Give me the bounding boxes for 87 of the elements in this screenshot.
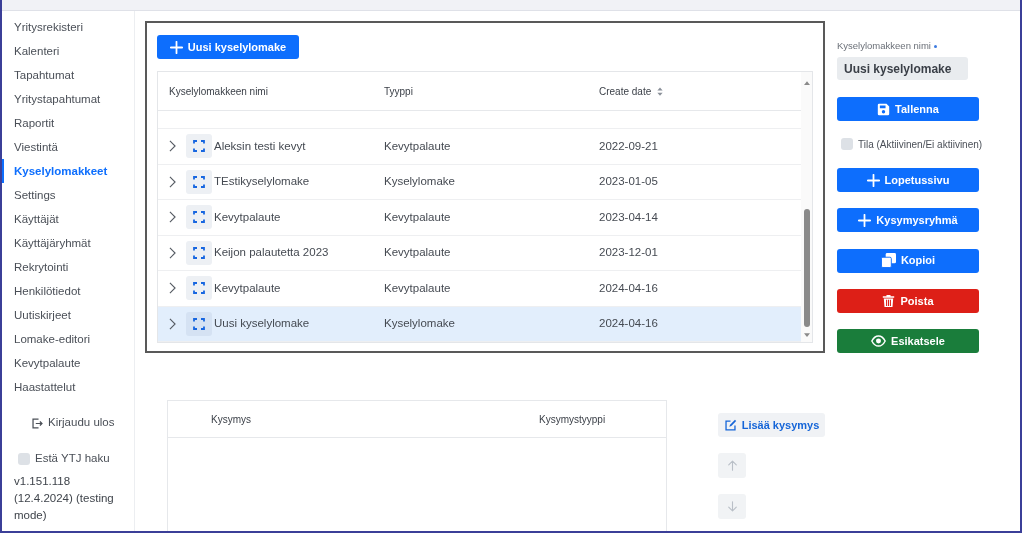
- sidebar-item[interactable]: Rekrytointi: [2, 255, 69, 279]
- sidebar-item[interactable]: Viestintä: [2, 135, 58, 159]
- frame-corners-icon: [186, 134, 212, 159]
- arrow-down-icon: [726, 501, 738, 513]
- table-cell-text: Keijon palautetta 2023: [214, 245, 329, 261]
- sidebar-item[interactable]: Kyselylomakkeet: [2, 159, 108, 183]
- frame-corners-icon: [186, 240, 212, 265]
- delete-button[interactable]: Poista: [837, 288, 979, 313]
- frame-corners-icon: [186, 276, 212, 301]
- frame-corners-icon: [186, 311, 212, 336]
- add-question-button[interactable]: Lisää kysymys: [718, 413, 825, 438]
- sidebar-item[interactable]: Tapahtumat: [2, 63, 75, 87]
- arrow-up-icon: [726, 460, 738, 472]
- column-header: Kysymystyyppi: [539, 412, 607, 427]
- table-cell-text: 2024-04-16: [599, 280, 659, 296]
- scroll-up-icon: [803, 81, 810, 85]
- table-cell-text: Aleksin testi kevyt: [214, 138, 306, 154]
- checkbox[interactable]: [841, 138, 853, 150]
- table-cell-text: 2022-09-21: [599, 138, 659, 154]
- copy-icon: [880, 253, 896, 269]
- table-cell-text: TEstikyselylomake: [214, 174, 310, 190]
- plus-icon: [169, 40, 183, 54]
- edit-square-icon: [723, 418, 737, 432]
- sidebar-item[interactable]: Yritysrekisteri: [2, 15, 83, 39]
- new-form-button[interactable]: Uusi kyselylomake: [157, 35, 299, 59]
- table-cell-text: Kevytpalaute: [384, 280, 452, 296]
- frame-corners-icon: [186, 169, 212, 194]
- column-header: Kysymys: [211, 412, 252, 427]
- scrollbar-thumb[interactable]: [803, 209, 810, 327]
- sidebar-item[interactable]: Käyttäjäryhmät: [2, 231, 91, 255]
- sidebar-item[interactable]: Haastattelut: [2, 375, 76, 399]
- sidebar-item[interactable]: Lomake-editori: [2, 327, 91, 351]
- table-cell-text: 2024-04-16: [599, 316, 659, 332]
- version-text: v1.151.118 (12.4.2024) (testing mode): [13, 474, 115, 523]
- checkbox-label: Estä YTJ haku: [35, 451, 110, 467]
- chevron-right-icon[interactable]: [169, 246, 176, 259]
- column-header[interactable]: Create date: [599, 83, 652, 99]
- table-cell-text: Kyselylomake: [384, 316, 456, 332]
- table-cell-text: Kevytpalaute: [384, 245, 452, 261]
- sidebar-item[interactable]: Settings: [2, 183, 56, 207]
- scroll-down-icon: [803, 333, 810, 337]
- table-row[interactable]: Kevytpalaute Kevytpalaute 2023-04-14: [158, 200, 801, 236]
- checkbox[interactable]: [18, 453, 30, 465]
- checkbox-label: Tila (Aktiivinen/Ei aktiivinen): [858, 137, 983, 152]
- chevron-right-icon[interactable]: [169, 317, 176, 330]
- plus-icon: [858, 213, 872, 227]
- add-button[interactable]: Lopetussivu: [837, 168, 979, 192]
- logout-link[interactable]: Kirjaudu ulos: [32, 411, 115, 435]
- table-cell-text: 2023-01-05: [599, 174, 659, 190]
- trash-icon: [882, 293, 896, 308]
- table-cell-text: Kevytpalaute: [214, 280, 281, 296]
- sidebar-item[interactable]: Kevytpalaute: [2, 351, 81, 375]
- eye-icon: [871, 335, 887, 348]
- sidebar-item[interactable]: Raportit: [2, 111, 55, 135]
- save-button[interactable]: Tallenna: [837, 97, 979, 121]
- table-cell-text: Kevytpalaute: [384, 138, 452, 154]
- copy-button[interactable]: Kopioi: [837, 248, 979, 273]
- sidebar-item[interactable]: Käyttäjät: [2, 207, 59, 231]
- column-header[interactable]: Tyyppi: [384, 83, 413, 99]
- chevron-right-icon[interactable]: [169, 282, 176, 295]
- preview-button[interactable]: Esikatsele: [837, 329, 979, 354]
- table-row[interactable]: Aleksin testi kevyt Kevytpalaute 2022-09-21: [158, 129, 801, 165]
- chevron-right-icon[interactable]: [169, 211, 176, 224]
- table-cell-text: 2023-04-14: [599, 209, 659, 225]
- name-input[interactable]: Uusi kyselylomake: [837, 57, 968, 80]
- table-row[interactable]: Keijon palautetta 2023 Kevytpalaute 2023-12-01: [158, 235, 801, 271]
- chevron-right-icon[interactable]: [169, 140, 176, 153]
- table-cell-text: Kevytpalaute: [214, 209, 281, 225]
- sidebar-item[interactable]: Yritystapahtumat: [2, 87, 101, 111]
- plus-icon: [866, 173, 880, 187]
- table-cell-text: Kyselylomake: [384, 174, 456, 190]
- table-row[interactable]: TEstikyselylomake Kyselylomake 2023-01-05: [158, 164, 801, 200]
- column-header[interactable]: Kyselylomakkeen nimi: [169, 83, 268, 99]
- add-button[interactable]: Kysymysryhmä: [837, 208, 979, 233]
- sidebar-item[interactable]: Henkilötiedot: [2, 279, 81, 303]
- table-cell-text: 2023-12-01: [599, 245, 659, 261]
- field-label: Kyselylomakkeen nimi: [837, 40, 931, 52]
- table-cell-text: Uusi kyselylomake: [214, 316, 310, 332]
- logout-icon: [32, 417, 43, 429]
- table-row[interactable]: Kevytpalaute Kevytpalaute 2024-04-16: [158, 271, 801, 307]
- table-cell-text: Kevytpalaute: [384, 209, 452, 225]
- sidebar-item[interactable]: Kalenteri: [2, 39, 60, 63]
- table-row[interactable]: Uusi kyselylomake Kyselylomake 2024-04-16: [158, 306, 801, 342]
- sidebar-item[interactable]: Uutiskirjeet: [2, 303, 71, 327]
- frame-corners-icon: [186, 205, 212, 230]
- sort-icon[interactable]: [657, 86, 664, 96]
- chevron-right-icon[interactable]: [169, 175, 176, 188]
